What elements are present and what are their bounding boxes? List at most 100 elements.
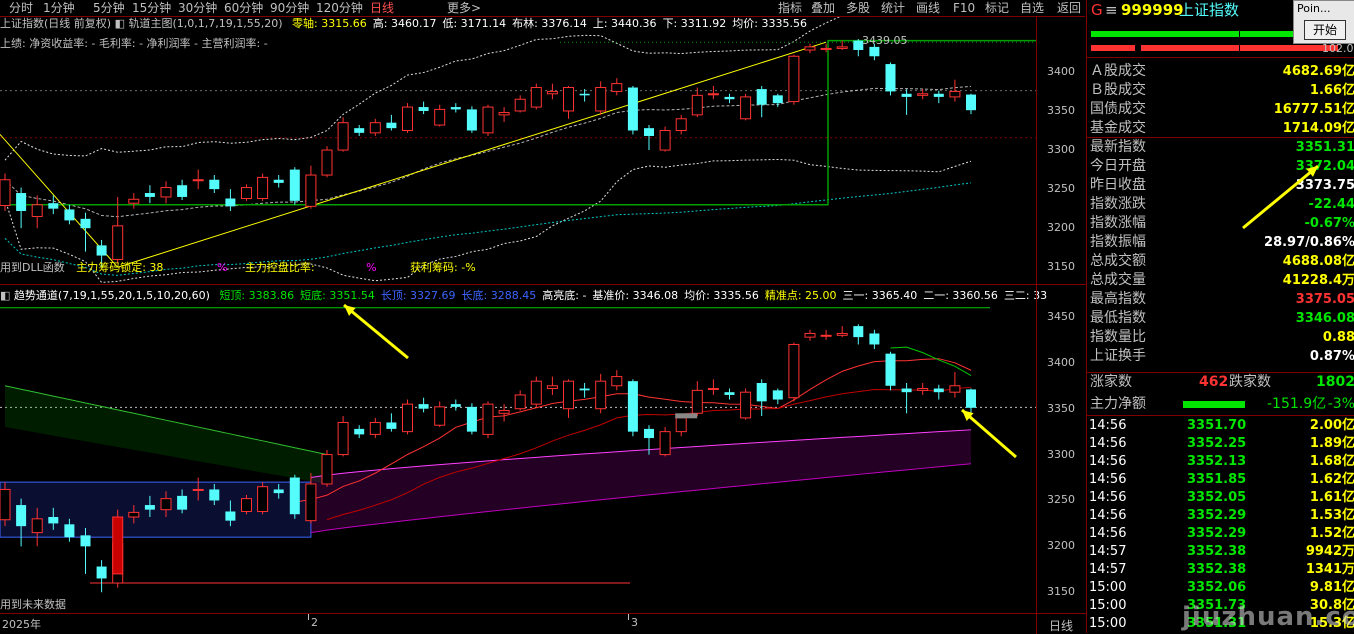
- candle-body: [596, 88, 606, 111]
- draw-line-button[interactable]: 画线: [916, 0, 940, 16]
- price-tick-label: 3250: [1047, 493, 1075, 506]
- candle-body: [145, 193, 155, 197]
- candle-body: [499, 113, 509, 115]
- date-axis[interactable]: 2025年 2 3: [0, 613, 1036, 634]
- candle-body: [676, 119, 686, 131]
- statistics-button[interactable]: 统计: [881, 0, 905, 16]
- quote-field-value: 4682.69亿: [1283, 62, 1354, 81]
- candle-body: [32, 205, 42, 217]
- quote-field-label: 最高指数: [1090, 290, 1146, 309]
- tick-price: 3352.05: [1187, 489, 1246, 507]
- candle-body: [64, 209, 74, 220]
- indicator-toggle-icon[interactable]: ◧: [0, 289, 10, 302]
- price-tick-label: 3450: [1047, 310, 1075, 323]
- candle-body: [918, 389, 928, 391]
- sell-strength-bar-a: [1091, 45, 1135, 51]
- chart-divider[interactable]: [0, 284, 1086, 285]
- candle-body: [515, 395, 525, 409]
- tick-row[interactable]: 14:563352.291.53亿: [1087, 507, 1354, 525]
- net-flow-label: 主力净额: [1090, 395, 1146, 414]
- tick-row[interactable]: 14:563351.702.00亿: [1087, 417, 1354, 435]
- date-label-feb: 2: [311, 616, 318, 629]
- f10-button[interactable]: F10: [953, 0, 975, 16]
- quote-field-label: 基金成交: [1090, 119, 1146, 138]
- tab-1min[interactable]: 1分钟: [43, 0, 75, 16]
- multi-stock-button[interactable]: 多股: [846, 0, 870, 16]
- main-kline-chart[interactable]: 上证指数(日线 前复权) ◧ 轨道主图(1,0,1,7,19,1,55,20) …: [0, 17, 1036, 284]
- candle-body: [773, 95, 783, 103]
- tab-5min[interactable]: 5分钟: [93, 0, 125, 16]
- candle-body: [580, 94, 590, 96]
- decline-label: 跌家数: [1229, 373, 1271, 392]
- tick-row[interactable]: 15:003352.069.81亿: [1087, 579, 1354, 597]
- point-popup: Poin... 开始: [1293, 0, 1354, 44]
- tab-15min[interactable]: 15分钟: [132, 0, 171, 16]
- tab-60min[interactable]: 60分钟: [224, 0, 263, 16]
- mark-button[interactable]: 标记: [985, 0, 1009, 16]
- quote-field-row: 指数振幅28.97/0.86%: [1087, 233, 1354, 252]
- tick-row[interactable]: 14:563352.291.52亿: [1087, 525, 1354, 543]
- menu-icon[interactable]: ≡: [1105, 0, 1118, 20]
- decline-count: 1802: [1316, 373, 1354, 392]
- watchlist-button[interactable]: 自选: [1020, 0, 1044, 16]
- candle-body: [97, 245, 107, 255]
- main-chart-canvas: [0, 17, 1036, 284]
- green-channel-fill: [5, 386, 327, 484]
- candle-body: [531, 88, 541, 108]
- trend-channel-chart[interactable]: ◧ 趋势通道(7,19,1,55,20,1,5,10,20,60) 短顶: 33…: [0, 286, 1036, 612]
- candle-body: [435, 109, 445, 125]
- quote-field-row: 总成交额4688.08亿: [1087, 252, 1354, 271]
- indicator-toggle-icon[interactable]: ◧: [115, 17, 125, 30]
- start-button[interactable]: 开始: [1304, 20, 1346, 40]
- tab-daily[interactable]: 日线: [370, 0, 394, 16]
- price-tick-label: 3400: [1047, 356, 1075, 369]
- quote-field-label: Ｂ股成交: [1090, 81, 1146, 100]
- candle-body: [403, 107, 413, 130]
- quote-field-value: 3375.05: [1296, 290, 1354, 309]
- tab-30min[interactable]: 30分钟: [178, 0, 217, 16]
- candle-body: [451, 404, 461, 407]
- tick-row[interactable]: 14:573352.381341万: [1087, 561, 1354, 579]
- tick-row[interactable]: 14:563351.851.62亿: [1087, 471, 1354, 489]
- quote-field-row: 总成交量41228.4万: [1087, 271, 1354, 290]
- tab-more-label: 更多: [447, 1, 471, 15]
- tab-intraday[interactable]: 分时: [9, 0, 33, 16]
- candle-body: [918, 94, 928, 96]
- quote-field-label: 指数涨幅: [1090, 214, 1146, 233]
- tab-120min[interactable]: 120分钟: [316, 0, 363, 16]
- tick-row[interactable]: 14:563352.051.61亿: [1087, 489, 1354, 507]
- tick-price: 3352.13: [1187, 453, 1246, 471]
- indicator-value: 高: 3460.17: [373, 17, 437, 30]
- tick-row[interactable]: 14:563352.131.68亿: [1087, 453, 1354, 471]
- tab-90min[interactable]: 90分钟: [270, 0, 309, 16]
- indicator-value: 零轴: 3315.66: [292, 17, 367, 30]
- price-axis[interactable]: 340033503300325032003150 345034003350330…: [1036, 17, 1087, 613]
- candle-body: [161, 499, 171, 510]
- overlay-button[interactable]: 叠加: [811, 0, 835, 16]
- indicator-button[interactable]: 指标: [778, 0, 802, 16]
- chip-lock-pct: %: [217, 261, 227, 274]
- panel-divider: [1087, 415, 1354, 416]
- sub-chart-canvas: [0, 286, 1036, 612]
- candle-body: [580, 389, 590, 391]
- candle-body: [419, 107, 429, 111]
- magenta-channel-fill: [311, 430, 971, 533]
- stock-code: 999999: [1121, 0, 1184, 20]
- candle-body: [274, 180, 284, 183]
- quote-field-row: Ｂ股成交1.66亿: [1087, 81, 1354, 100]
- sub-chart-header: ◧ 趋势通道(7,19,1,55,20,1,5,10,20,60) 短顶: 33…: [0, 289, 1047, 303]
- indicator-value: 上: 3440.36: [593, 17, 657, 30]
- tab-more[interactable]: 更多>: [447, 0, 481, 16]
- tick-time: 14:57: [1089, 543, 1126, 561]
- quote-field-label: 总成交额: [1090, 252, 1146, 271]
- candle-body: [64, 524, 74, 537]
- period-indicator[interactable]: 日线: [1036, 613, 1087, 634]
- quote-field-row: 最新指数3351.31: [1087, 138, 1354, 157]
- candle-body: [773, 390, 783, 399]
- candle-body: [81, 535, 91, 546]
- stock-name: 上证指数: [1179, 0, 1239, 20]
- tick-row[interactable]: 14:563352.251.89亿: [1087, 435, 1354, 453]
- back-button[interactable]: 返回: [1057, 0, 1081, 16]
- candle-body: [692, 390, 702, 413]
- tick-row[interactable]: 14:573352.389942万: [1087, 543, 1354, 561]
